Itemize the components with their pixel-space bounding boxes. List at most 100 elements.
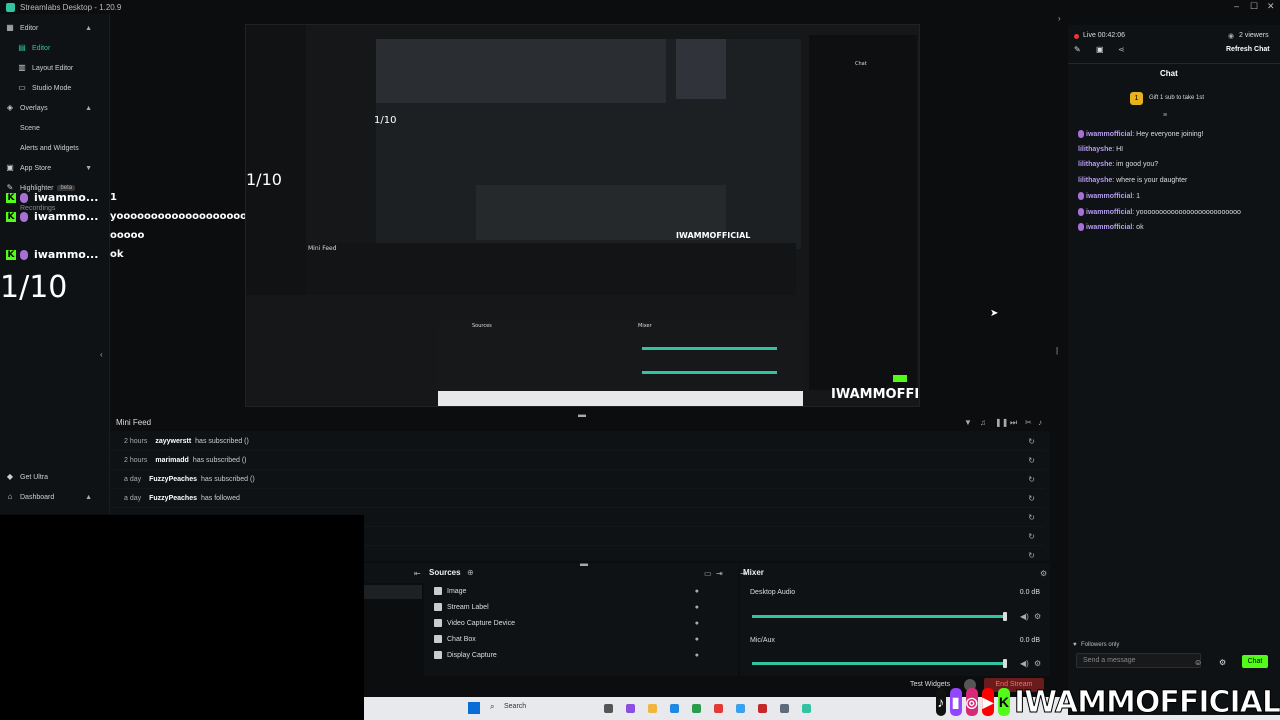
brand-name: IWAMMOFFICIAL (1014, 684, 1280, 720)
music-icon[interactable]: ♫ (980, 418, 986, 427)
chat-username[interactable]: iwammofficial (1086, 209, 1132, 216)
chat-username[interactable]: iwammofficial (1086, 193, 1132, 200)
edit-icon[interactable]: ✎ (1074, 45, 1081, 54)
sidebar-item-label: Dashboard (20, 493, 55, 501)
sidebar-item-scene[interactable]: Scene (0, 119, 110, 137)
gift-sub-text[interactable]: Gift 1 sub to take 1st (1149, 95, 1204, 101)
chat-username[interactable]: lilithayshe (1078, 177, 1112, 184)
overlay-chat-msg: ok (110, 249, 124, 260)
preview-rating-mid: 1/10 (246, 170, 282, 189)
sidebar-item-layout-editor[interactable]: ▥ Layout Editor (0, 59, 110, 77)
stream-preview[interactable]: Mini Feed Sources Mixer Chat 1/10 1/10 I… (245, 24, 920, 407)
chat-settings-icon[interactable]: ⚙ (1219, 658, 1226, 667)
volume-knob[interactable] (1003, 659, 1007, 668)
replay-icon[interactable]: ↻ (1028, 551, 1035, 560)
source-item[interactable]: Video Capture Device ● (434, 615, 699, 631)
kick-icon: K (6, 250, 16, 260)
source-item[interactable]: Chat Box ● (434, 631, 699, 647)
chat-message-input[interactable]: Send a message (1076, 653, 1201, 668)
source-folder-icon[interactable]: ▭ (704, 569, 712, 578)
edge-icon[interactable] (670, 704, 679, 713)
refresh-chat-button[interactable]: Refresh Chat (1226, 46, 1270, 53)
maximize-button[interactable]: ☐ (1250, 1, 1258, 12)
lock-icon[interactable]: ● (695, 636, 699, 643)
sidebar-get-ultra[interactable]: ◆ Get Ultra (0, 468, 110, 486)
sidebar-overlays-section[interactable]: ◈ Overlays ▲ (0, 99, 110, 117)
pause-icon[interactable]: ❚❚ (995, 418, 1008, 427)
resize-handle[interactable]: | (1056, 346, 1058, 355)
taskbar-app-icon[interactable] (758, 704, 767, 713)
overlay-chat-msg: ooooo (110, 230, 145, 241)
chat-username[interactable]: lilithayshe (1078, 146, 1112, 153)
app-logo-icon (6, 2, 15, 12)
sidebar-item-editor[interactable]: ▤ Editor (0, 39, 110, 57)
gear-icon[interactable]: ⚙ (1034, 659, 1041, 668)
sidebar-dashboard[interactable]: ⌂ Dashboard ▲ (0, 488, 110, 506)
skip-icon[interactable]: ⏭ (1010, 418, 1017, 428)
taskbar-app-icon[interactable] (780, 704, 789, 713)
chat-box-icon (434, 635, 442, 643)
lock-icon[interactable]: ● (695, 620, 699, 627)
chat-send-button[interactable]: Chat (1242, 655, 1268, 668)
chat-username[interactable]: lilithayshe (1078, 161, 1112, 168)
source-item[interactable]: Stream Label ● (434, 599, 699, 615)
mixer-settings-icon[interactable]: ⚙ (1040, 569, 1047, 578)
chat-message: lilithayshe: HI (1078, 146, 1123, 153)
add-source-icon[interactable]: ⊕ (467, 568, 474, 577)
sidebar-editor-section[interactable]: ▦ Editor ▲ (0, 19, 110, 37)
chrome-icon[interactable] (692, 704, 701, 713)
sidebar-item-alerts-widgets[interactable]: Alerts and Widgets (0, 139, 110, 157)
streamlabs-taskbar-icon[interactable] (802, 704, 811, 713)
file-explorer-icon[interactable] (648, 704, 657, 713)
expand-right-icon[interactable]: › (1058, 14, 1061, 23)
sources-collapse-icon[interactable]: ⇤ (414, 569, 421, 578)
sidebar-app-store-section[interactable]: ▣ App Store ▼ (0, 159, 110, 177)
minimize-button[interactable]: – (1234, 1, 1239, 11)
lock-icon[interactable]: ● (695, 604, 699, 611)
chat-username[interactable]: iwammofficial (1086, 131, 1132, 138)
preview-rating-small: 1/10 (374, 115, 397, 126)
replay-icon[interactable]: ↻ (1028, 513, 1035, 522)
taskbar-app-icon[interactable] (736, 704, 745, 713)
mic-icon (20, 250, 28, 260)
share-icon[interactable]: ⋖ (1118, 45, 1125, 54)
replay-icon[interactable]: ↻ (1028, 437, 1035, 446)
drag-handle-icon[interactable]: ▬ (580, 559, 588, 568)
replay-icon[interactable]: ↻ (1028, 475, 1035, 484)
chat-username[interactable]: iwammofficial (1086, 224, 1132, 231)
mic-aux-slider[interactable] (752, 659, 1007, 668)
selected-scene[interactable] (364, 585, 422, 599)
lock-icon[interactable]: ● (695, 588, 699, 595)
speaker-icon[interactable]: ◀) (1020, 612, 1029, 621)
emoji-icon[interactable]: ☺ (1194, 658, 1202, 667)
source-item[interactable]: Image ● (434, 583, 699, 599)
volume-knob[interactable] (1003, 612, 1007, 621)
pinned-menu-icon[interactable]: ≡ (1163, 112, 1167, 119)
task-view-icon[interactable] (604, 704, 613, 713)
dashboard-icon: ⌂ (7, 492, 13, 501)
gear-icon[interactable]: ⚙ (1034, 612, 1041, 621)
taskbar-app-icon[interactable] (714, 704, 723, 713)
close-button[interactable]: ✕ (1267, 1, 1275, 12)
taskbar-search[interactable]: Search (504, 703, 526, 710)
replay-icon[interactable]: ↻ (1028, 456, 1035, 465)
taskbar-search-icon[interactable]: ⌕ (490, 702, 494, 712)
volume-icon[interactable]: ♪ (1038, 418, 1042, 427)
source-item[interactable]: Display Capture ● (434, 647, 699, 663)
replay-icon[interactable]: ↻ (1028, 494, 1035, 503)
collapse-left-icon[interactable]: ‹ (100, 350, 103, 359)
taskbar-app-icon[interactable] (626, 704, 635, 713)
lock-icon[interactable]: ● (695, 652, 699, 659)
chat-message: lilithayshe: im good you? (1078, 161, 1158, 168)
desktop-audio-slider[interactable] (752, 612, 1007, 621)
source-arrange-icon[interactable]: ⇥ (716, 569, 723, 578)
windows-start-icon[interactable] (468, 702, 480, 714)
filter-icon[interactable]: ▼ (964, 418, 972, 427)
drag-handle-icon[interactable]: ▬ (578, 410, 586, 419)
clip-icon[interactable]: ▣ (1096, 45, 1104, 54)
speaker-icon[interactable]: ◀) (1020, 659, 1029, 668)
live-dot-icon (1074, 34, 1079, 39)
replay-icon[interactable]: ↻ (1028, 532, 1035, 541)
sidebar-item-studio-mode[interactable]: ▭ Studio Mode (0, 79, 110, 97)
mute-alerts-icon[interactable]: ✂ (1025, 418, 1032, 427)
